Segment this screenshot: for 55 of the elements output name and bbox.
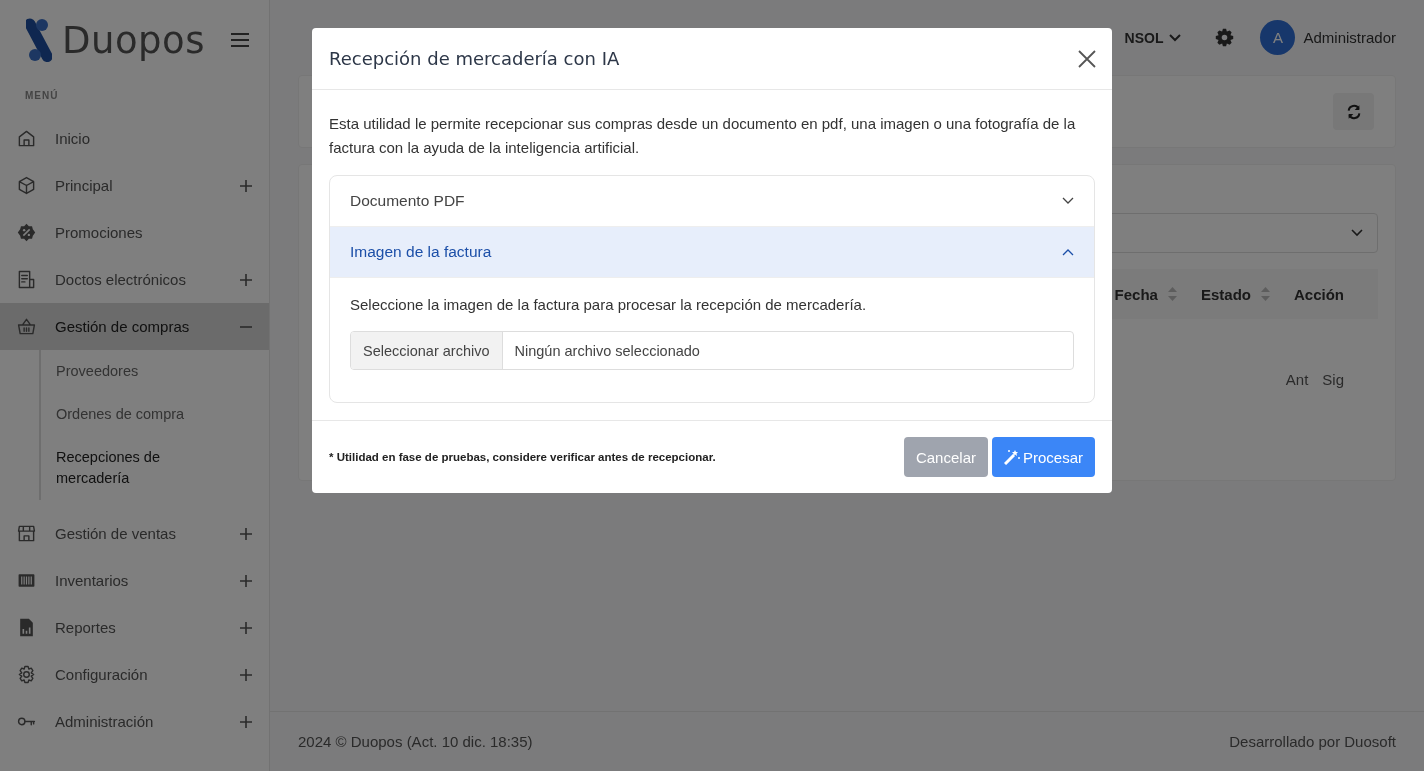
submenu-item[interactable]: Proveedores (56, 350, 206, 393)
settings-icon[interactable] (1215, 28, 1235, 47)
sidebar-item[interactable]: Doctos electrónicos (0, 256, 269, 303)
magic-wand-icon (1003, 449, 1020, 465)
sidebar-item[interactable]: Gestión de ventas (0, 510, 269, 557)
logo-icon (26, 18, 52, 62)
sidebar-item[interactable]: Inicio (0, 115, 269, 162)
chevron-down-icon (1351, 229, 1363, 237)
sidebar-item[interactable]: Reportes (0, 604, 269, 651)
document-icon (17, 270, 36, 289)
sidebar-item[interactable]: Gestión de compras (0, 303, 269, 350)
report-icon (17, 618, 36, 637)
sidebar-item[interactable]: Promociones (0, 209, 269, 256)
close-icon[interactable] (1078, 49, 1096, 68)
menu-heading: MENÚ (24, 88, 60, 103)
discount-badge-icon (17, 223, 36, 242)
pagination-link[interactable]: Ant (1285, 371, 1309, 388)
menu-icon[interactable] (231, 32, 249, 48)
column-header[interactable]: Fecha (1114, 285, 1177, 303)
description-text: Esta utilidad le permite recepcionar sus compras desde un documento en pdf, una imagen o una fotografía de la factura con la ayuda de la inteligencia artificial. (329, 114, 1077, 158)
cancel-button[interactable]: Cancelar (903, 437, 988, 477)
column-header[interactable]: Estado (1200, 285, 1270, 303)
settings-icon (17, 665, 36, 684)
box-icon (17, 176, 36, 195)
refresh-button[interactable] (1333, 93, 1374, 130)
refresh-icon (1345, 103, 1362, 120)
pagination-link[interactable]: Sig (1322, 371, 1344, 388)
sidebar-item[interactable]: Inventarios (0, 557, 269, 604)
user-name[interactable]: Administrador (1303, 29, 1396, 46)
basket-icon (17, 317, 36, 336)
barcode-icon (17, 571, 36, 590)
chevron-down-icon (1062, 197, 1074, 205)
process-button[interactable]: Procesar (991, 437, 1095, 477)
column-header: Acción (1294, 285, 1344, 303)
submenu-item[interactable]: Ordenes de compra (56, 393, 206, 436)
sidebar-item[interactable]: Administración (0, 698, 269, 745)
submenu-item[interactable]: Recepciones de mercadería (56, 436, 206, 500)
instruction-text: Seleccione la imagen de la factura para procesar la recepción de mercadería. (350, 296, 868, 313)
avatar[interactable]: A (1260, 20, 1296, 55)
file-name-text: Ningún archivo seleccionado (513, 341, 701, 361)
accordion-header[interactable]: Imagen de la factura (330, 227, 1094, 278)
modal-title: Recepción de mercadería con IA (329, 48, 620, 69)
copyright-text: 2024 © Duopos (Act. 10 dic. 18:35) (298, 733, 533, 750)
credit-text: Desarrollado por Duosoft (1229, 733, 1396, 750)
company-selector[interactable]: NSOL (1124, 29, 1182, 46)
note-text: * Utilidad en fase de pruebas, considere verificar antes de recepcionar. (329, 451, 716, 463)
brand-name: Duopos (62, 18, 205, 62)
home-icon (17, 129, 36, 148)
sidebar-item[interactable]: Configuración (0, 651, 269, 698)
chevron-up-icon (1062, 248, 1074, 256)
chevron-down-icon (1169, 33, 1182, 42)
store-icon (17, 524, 36, 543)
file-input[interactable]: Seleccionar archivo Ningún archivo seleccionado (350, 331, 1074, 370)
sidebar-item[interactable]: Principal (0, 162, 269, 209)
choose-file-button[interactable]: Seleccionar archivo (351, 332, 503, 369)
